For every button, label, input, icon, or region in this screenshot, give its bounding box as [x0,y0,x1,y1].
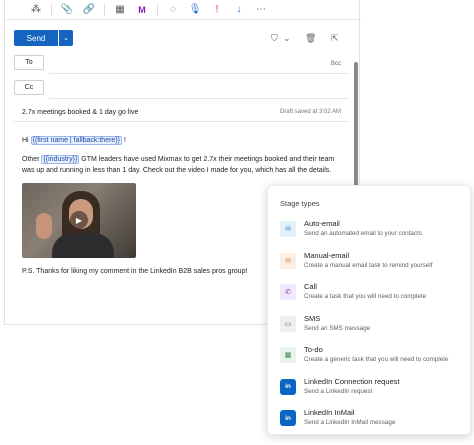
to-button[interactable]: To [14,55,44,70]
greeting-text: Hi [22,137,31,144]
bcc-link[interactable]: Bcc [331,61,341,67]
calendar-icon: ▦ [280,347,296,363]
cc-button[interactable]: Cc [14,80,44,95]
pin-icon[interactable]: ! [210,3,224,17]
mixmax-icon[interactable]: M [135,3,149,17]
stage-name: Call [304,282,317,291]
stage-name: To-do [304,345,323,354]
video-person-hand [36,213,52,239]
chevron-down-icon[interactable]: ⌄ [283,33,291,44]
stage-item[interactable]: in LinkedIn InMail Send a LinkedIn InMail … [280,408,466,436]
to-field[interactable] [49,73,349,74]
stage-description: Send an automated email to your contacts [304,230,422,237]
send-options-chevron-icon[interactable]: ⌄ [59,30,73,46]
play-icon[interactable]: ▶ [70,211,88,229]
arrow-down-icon[interactable]: ↓ [232,3,246,17]
popout-icon[interactable]: ⇱ [331,33,339,44]
stage-name: Auto-email [304,219,340,228]
stage-name: SMS [304,313,321,323]
stage-item[interactable]: ▦ To-do Create a generic task that you wil… [280,345,466,373]
paragraph-text: Other [22,156,42,163]
stage-item[interactable]: ✆ Call Create a task that you will need to… [280,282,466,310]
stage-description: Create a manual email task to remind you… [304,261,433,269]
linkedin-icon: in [280,410,296,426]
stage-item[interactable]: ✉ Auto-email Send an automated email to yo… [280,219,466,247]
video-thumbnail[interactable]: ▶ [22,183,136,258]
more-icon[interactable]: ⋯ [254,3,268,17]
subject-divider [14,121,349,122]
stage-item[interactable]: ▭ SMS Send an SMS message [280,314,466,342]
email-paragraph[interactable]: Other {{industry}} GTM leaders have used… [22,154,342,176]
shield-icon[interactable]: ⛉ [271,33,278,44]
stage-item[interactable]: in LinkedIn Connection request Send a Link… [280,377,466,405]
microphone-icon[interactable]: 🎙 [188,3,202,17]
phone-icon: ✆ [280,284,296,300]
stage-types-panel: Stage types ✉ Auto-email Send an automated… [267,185,471,435]
greeting-text: ! [122,137,126,144]
formatting-toolbar: ⁂ 📎 🔗 ▦ M ◌ 🎙 ! ↓ ⋯ [5,0,361,20]
stage-description: Create a generic task that you will need… [304,356,449,363]
delete-icon[interactable]: 🗑 [305,33,316,44]
mail-icon: ✉ [280,221,296,237]
chat-icon[interactable]: ◌ [166,3,180,17]
stage-name: Manual-email [304,250,350,260]
stage-description: Send a LinkedIn request [304,387,373,395]
cc-field[interactable] [49,98,349,99]
stage-description: Create a task that you will need to comp… [304,293,427,300]
toolbar-divider [51,3,52,16]
stage-description: Send a LinkedIn InMail message [304,419,396,426]
toolbar-divider [157,3,158,16]
scrollbar[interactable] [354,62,358,192]
send-button[interactable]: Send [14,30,58,46]
attach-icon[interactable]: 📎 [60,3,74,17]
video-person-shirt [52,233,114,258]
subject-field[interactable]: 2.7x meetings booked & 1 day go live [22,109,138,116]
email-greeting[interactable]: Hi {{first name | fallback:there}} ! [22,135,342,146]
sms-icon: ▭ [280,315,296,332]
mail-icon: ✉ [280,252,296,269]
stage-item[interactable]: ✉ Manual-email Create a manual email task … [280,251,466,279]
stage-name: LinkedIn InMail [304,408,355,417]
stage-name: LinkedIn Connection request [304,376,400,386]
first-name-variable[interactable]: {{first name | fallback:there}} [30,136,122,145]
industry-variable[interactable]: {{industry}} [41,155,80,164]
stage-description: Send an SMS message [304,324,371,332]
link-icon[interactable]: 🔗 [82,3,96,17]
panel-title: Stage types [280,199,320,208]
toolbar-divider [104,3,105,16]
linkedin-icon: in [280,378,296,395]
format-painter-icon[interactable]: ⁂ [29,3,43,17]
draft-status: Draft saved at 3:02 AM [280,109,342,115]
table-icon[interactable]: ▦ [113,3,127,17]
